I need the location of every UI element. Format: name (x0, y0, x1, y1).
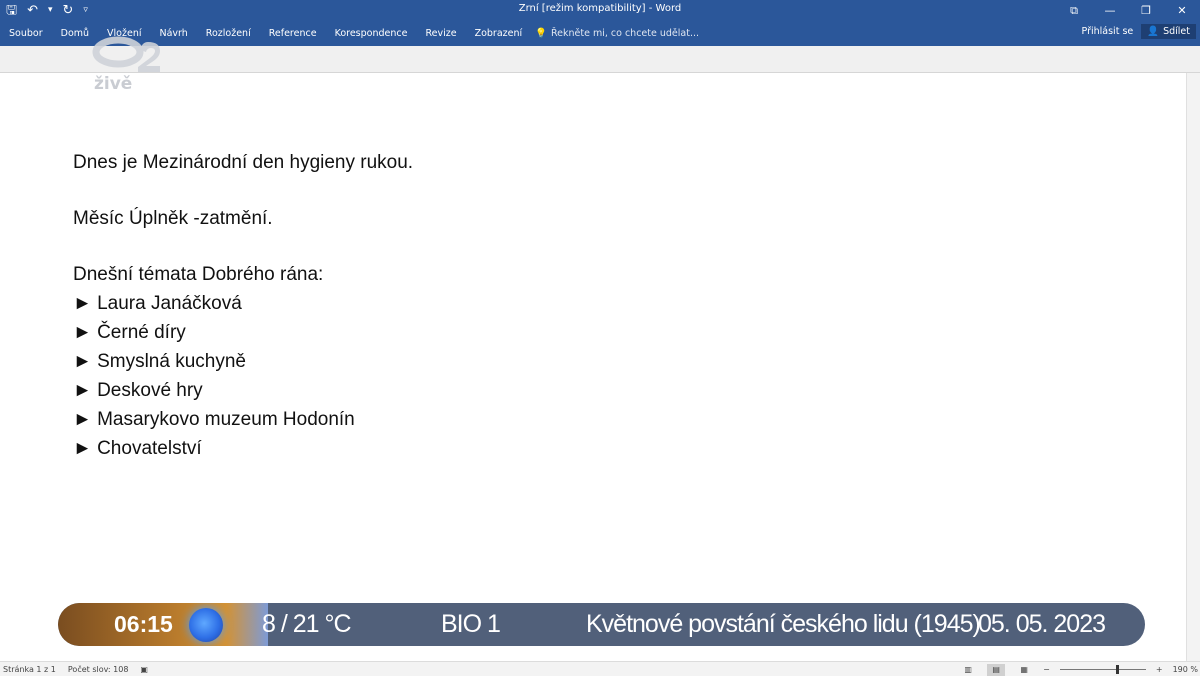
tab-view[interactable]: Zobrazení (466, 21, 532, 46)
vertical-scrollbar[interactable] (1186, 73, 1200, 661)
window-title: Zrní [režim kompatibility] - Word (518, 3, 682, 14)
word-count[interactable]: Počet slov: 108 (68, 663, 129, 676)
list-item: ► Masarykovo muzeum Hodonín (73, 409, 355, 430)
share-label: Sdílet (1163, 26, 1190, 37)
tv-ticker: 06:15 8 / 21 °C BIO 1 Květnové povstání … (58, 603, 1145, 646)
list-item: ► Deskové hry (73, 380, 203, 401)
share-button[interactable]: 👤 Sdílet (1141, 24, 1196, 39)
ticker-event: Květnové povstání českého lidu (1945) (586, 610, 981, 638)
ticker-date: 05. 05. 2023 (978, 610, 1106, 638)
ticker-time: 06:15 (114, 611, 173, 637)
zoom-slider-thumb[interactable] (1115, 665, 1119, 674)
print-layout-icon[interactable]: ▤ (987, 663, 1006, 676)
ribbon: Soubor Domů Vložení Návrh Rozložení Refe… (0, 21, 1200, 46)
lightbulb-icon: 💡 (535, 28, 547, 39)
logo-text: živě (94, 74, 133, 94)
tab-mailings[interactable]: Korespondence (326, 21, 417, 46)
sign-in-link[interactable]: Přihlásit se (1082, 26, 1134, 37)
web-layout-icon[interactable]: ▦ (1015, 664, 1033, 676)
document-line: Dnes je Mezinárodní den hygieny rukou. (73, 152, 414, 173)
person-icon: 👤 (1147, 26, 1160, 37)
title-bar: 🖫 ↶ ▾ ↻ ▿ Zrní [režim kompatibility] - W… (0, 0, 1200, 21)
tell-me-placeholder: Řekněte mi, co chcete udělat... (551, 28, 700, 39)
document-body[interactable]: Dnes je Mezinárodní den hygieny rukou. M… (73, 148, 413, 463)
status-right: ▥ ▤ ▦ − + 190 % (959, 663, 1198, 676)
ticker-channel: BIO 1 (441, 610, 501, 638)
zoom-out-icon[interactable]: − (1043, 663, 1050, 676)
close-button[interactable]: ✕ (1164, 0, 1200, 21)
collapsed-ribbon-area (0, 46, 1200, 73)
zoom-slider[interactable] (1059, 665, 1146, 674)
ticker-temperature: 8 / 21 °C (262, 610, 352, 638)
status-left: Stránka 1 z 1 Počet slov: 108 ▣ (3, 663, 148, 676)
tab-review[interactable]: Revize (416, 21, 465, 46)
ribbon-display-options-button[interactable]: ⧉ (1056, 0, 1092, 21)
tab-references[interactable]: Reference (260, 21, 326, 46)
page-count[interactable]: Stránka 1 z 1 (3, 663, 56, 676)
status-bar: Stránka 1 z 1 Počet slov: 108 ▣ ▥ ▤ ▦ − … (0, 661, 1200, 676)
maximize-button[interactable]: ❐ (1128, 0, 1164, 21)
tell-me-box[interactable]: 💡 Řekněte mi, co chcete udělat... (535, 28, 699, 39)
tab-layout[interactable]: Rozložení (197, 21, 260, 46)
list-item: ► Černé díry (73, 322, 186, 343)
read-mode-icon[interactable]: ▥ (959, 664, 977, 676)
list-item: ► Chovatelství (73, 438, 202, 459)
list-item: ► Smyslná kuchyně (73, 351, 246, 372)
tab-file[interactable]: Soubor (0, 21, 52, 46)
zoom-in-icon[interactable]: + (1156, 663, 1163, 676)
document-heading: Dnešní témata Dobrého rána: (73, 264, 324, 285)
zoom-level[interactable]: 190 % (1173, 663, 1198, 676)
weather-orb-icon (189, 608, 223, 642)
window-controls: ⧉ — ❐ ✕ (1056, 0, 1200, 21)
account-area: Přihlásit se 👤 Sdílet (1082, 24, 1196, 39)
document-line: Měsíc Úplněk -zatmění. (73, 208, 273, 229)
proofing-icon[interactable]: ▣ (140, 663, 148, 676)
list-item: ► Laura Janáčková (73, 293, 242, 314)
minimize-button[interactable]: — (1092, 0, 1128, 21)
